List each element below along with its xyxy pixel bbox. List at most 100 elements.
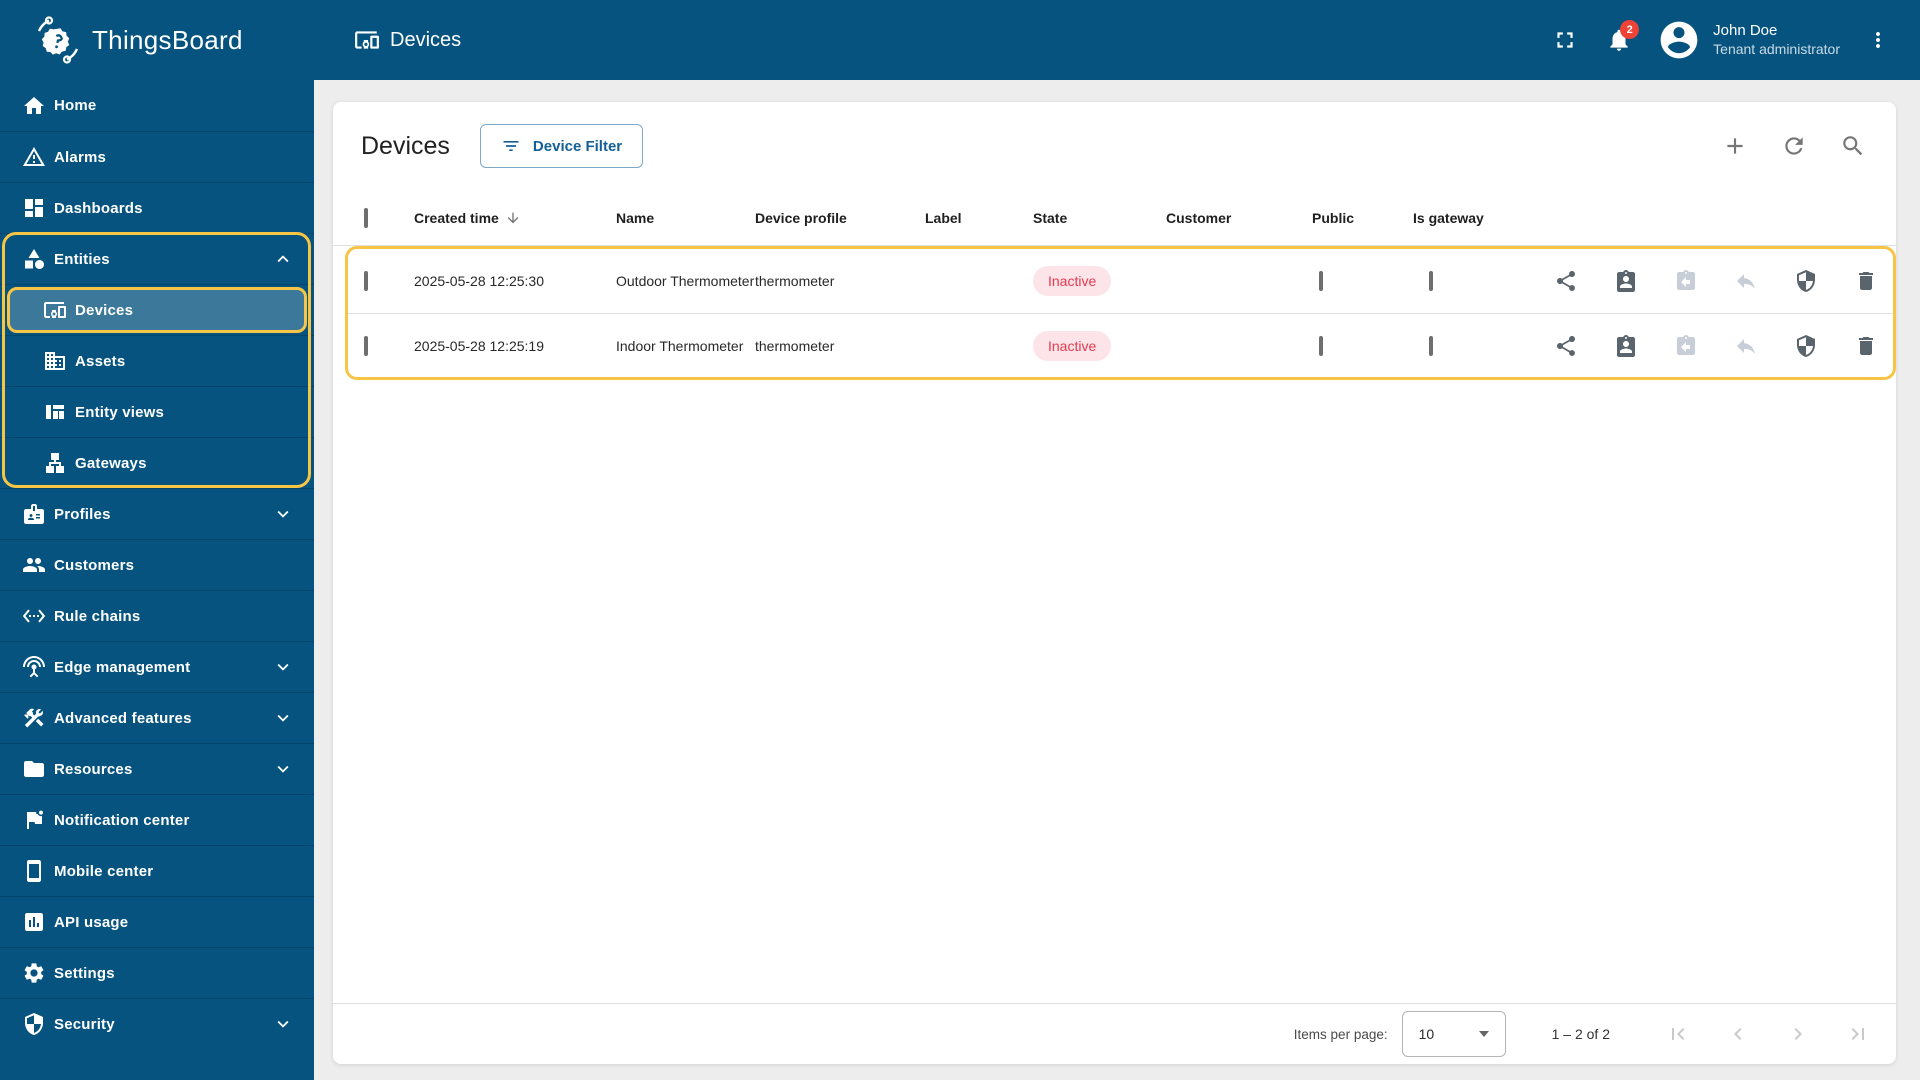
sidebar-item-api-usage[interactable]: API usage <box>0 896 314 947</box>
column-header-public[interactable]: Public <box>1312 210 1413 226</box>
api-usage-chart-icon <box>22 910 46 934</box>
delete-button[interactable] <box>1846 261 1886 301</box>
row-checkbox[interactable] <box>364 271 368 291</box>
paginator: Items per page: 10 1 – 2 of 2 <box>333 1003 1896 1064</box>
items-per-page-value: 10 <box>1418 1026 1435 1042</box>
reply-arrow-icon <box>1734 334 1758 358</box>
share-icon <box>1554 334 1578 358</box>
notification-count-badge: 2 <box>1620 20 1640 39</box>
first-page-button[interactable] <box>1666 1022 1690 1046</box>
sidebar-item-edge-management[interactable]: Edge management <box>0 641 314 692</box>
top-bar: ThingsBoard Devices 2 John Doe Tenant ad… <box>0 0 1920 80</box>
sidebar-item-settings[interactable]: Settings <box>0 947 314 998</box>
cell-device-profile: thermometer <box>755 273 835 289</box>
add-device-button[interactable] <box>1715 126 1755 166</box>
clipboard-return-icon <box>1674 269 1698 293</box>
notification-center-icon <box>22 808 46 832</box>
sidebar-item-rule-chains[interactable]: Rule chains <box>0 590 314 641</box>
share-button[interactable] <box>1546 261 1586 301</box>
sidebar-item-entities[interactable]: Entities <box>0 233 314 284</box>
status-badge: Inactive <box>1033 266 1112 296</box>
user-menu[interactable]: John Doe Tenant administrator <box>1657 18 1840 62</box>
dashboards-icon <box>22 196 46 220</box>
chevron-down-icon <box>272 656 294 678</box>
public-checkbox[interactable] <box>1319 335 1323 356</box>
refresh-button[interactable] <box>1774 126 1814 166</box>
resources-folder-icon <box>22 757 46 781</box>
notifications-button[interactable]: 2 <box>1597 18 1641 62</box>
delete-button[interactable] <box>1846 326 1886 366</box>
device-filter-button[interactable]: Device Filter <box>479 124 644 168</box>
sidebar: Home Alarms Dashboards Entities Devices … <box>0 80 314 1080</box>
items-per-page-label: Items per page: <box>1293 1026 1388 1042</box>
cell-name: Indoor Thermometer <box>616 337 744 354</box>
advanced-features-icon <box>22 706 46 730</box>
unassign-button[interactable] <box>1726 326 1766 366</box>
items-per-page-select[interactable]: 10 <box>1401 1011 1506 1057</box>
table-row[interactable]: 2025-05-28 12:25:19 Indoor Thermometer t… <box>348 313 1893 377</box>
share-icon <box>1554 269 1578 293</box>
sidebar-item-assets[interactable]: Assets <box>0 335 314 386</box>
table-row[interactable]: 2025-05-28 12:25:30 Outdoor Thermometer … <box>348 249 1893 313</box>
settings-gear-icon <box>22 961 46 985</box>
filter-icon <box>501 136 521 156</box>
card-toolbar: Devices Device Filter <box>333 102 1896 190</box>
sidebar-item-customers[interactable]: Customers <box>0 539 314 590</box>
assign-customer-icon <box>1614 334 1638 358</box>
column-header-customer[interactable]: Customer <box>1166 210 1312 226</box>
entities-icon <box>22 247 46 271</box>
share-button[interactable] <box>1546 326 1586 366</box>
claim-device-button[interactable] <box>1666 326 1706 366</box>
highlighted-rows-group: 2025-05-28 12:25:30 Outdoor Thermometer … <box>345 246 1896 380</box>
user-role: Tenant administrator <box>1713 40 1840 57</box>
fullscreen-button[interactable] <box>1543 18 1587 62</box>
avatar <box>1657 18 1701 62</box>
column-header-device-profile[interactable]: Device profile <box>755 210 925 226</box>
sidebar-item-profiles[interactable]: Profiles <box>0 488 314 539</box>
select-all-checkbox[interactable] <box>364 207 368 228</box>
more-menu-button[interactable] <box>1858 18 1898 62</box>
sidebar-item-entity-views[interactable]: Entity views <box>0 386 314 437</box>
next-page-button[interactable] <box>1786 1022 1810 1046</box>
manage-credentials-button[interactable] <box>1786 326 1826 366</box>
previous-page-button[interactable] <box>1726 1022 1750 1046</box>
chevron-right-icon <box>1786 1022 1810 1046</box>
security-shield-icon <box>22 1012 46 1036</box>
manage-credentials-button[interactable] <box>1786 261 1826 301</box>
column-header-is-gateway[interactable]: Is gateway <box>1413 210 1546 226</box>
is-gateway-checkbox[interactable] <box>1429 271 1433 291</box>
sidebar-item-devices[interactable]: Devices <box>0 284 314 335</box>
column-header-name[interactable]: Name <box>616 210 755 226</box>
assign-to-customer-button[interactable] <box>1606 261 1646 301</box>
cell-device-profile: thermometer <box>755 337 835 354</box>
column-header-created-time[interactable]: Created time <box>414 210 499 226</box>
is-gateway-checkbox[interactable] <box>1429 335 1433 356</box>
sidebar-item-security[interactable]: Security <box>0 998 314 1049</box>
sidebar-item-resources[interactable]: Resources <box>0 743 314 794</box>
claim-device-button[interactable] <box>1666 261 1706 301</box>
sidebar-item-dashboards[interactable]: Dashboards <box>0 182 314 233</box>
assign-to-customer-button[interactable] <box>1606 326 1646 366</box>
sidebar-item-alarms[interactable]: Alarms <box>0 131 314 182</box>
search-button[interactable] <box>1833 126 1873 166</box>
sidebar-item-home[interactable]: Home <box>0 80 314 131</box>
sidebar-item-notification-center[interactable]: Notification center <box>0 794 314 845</box>
app-logo[interactable]: ThingsBoard <box>0 16 314 64</box>
table-header-row: Created time Name Device profile Label S… <box>333 190 1896 246</box>
column-header-label[interactable]: Label <box>925 210 1033 226</box>
last-page-button[interactable] <box>1846 1022 1870 1046</box>
page-range-label: 1 – 2 of 2 <box>1551 1026 1610 1042</box>
assets-icon <box>43 349 67 373</box>
row-checkbox[interactable] <box>364 335 368 356</box>
column-header-state[interactable]: State <box>1033 210 1166 226</box>
sidebar-item-gateways[interactable]: Gateways <box>0 437 314 488</box>
dropdown-caret-icon <box>1478 1031 1489 1037</box>
search-icon <box>1840 133 1866 159</box>
sidebar-item-advanced-features[interactable]: Advanced features <box>0 692 314 743</box>
sidebar-item-mobile-center[interactable]: Mobile center <box>0 845 314 896</box>
unassign-button[interactable] <box>1726 261 1766 301</box>
profiles-icon <box>22 502 46 526</box>
cell-created-time: 2025-05-28 12:25:19 <box>414 337 544 354</box>
public-checkbox[interactable] <box>1319 271 1323 291</box>
clipboard-return-icon <box>1674 334 1698 358</box>
